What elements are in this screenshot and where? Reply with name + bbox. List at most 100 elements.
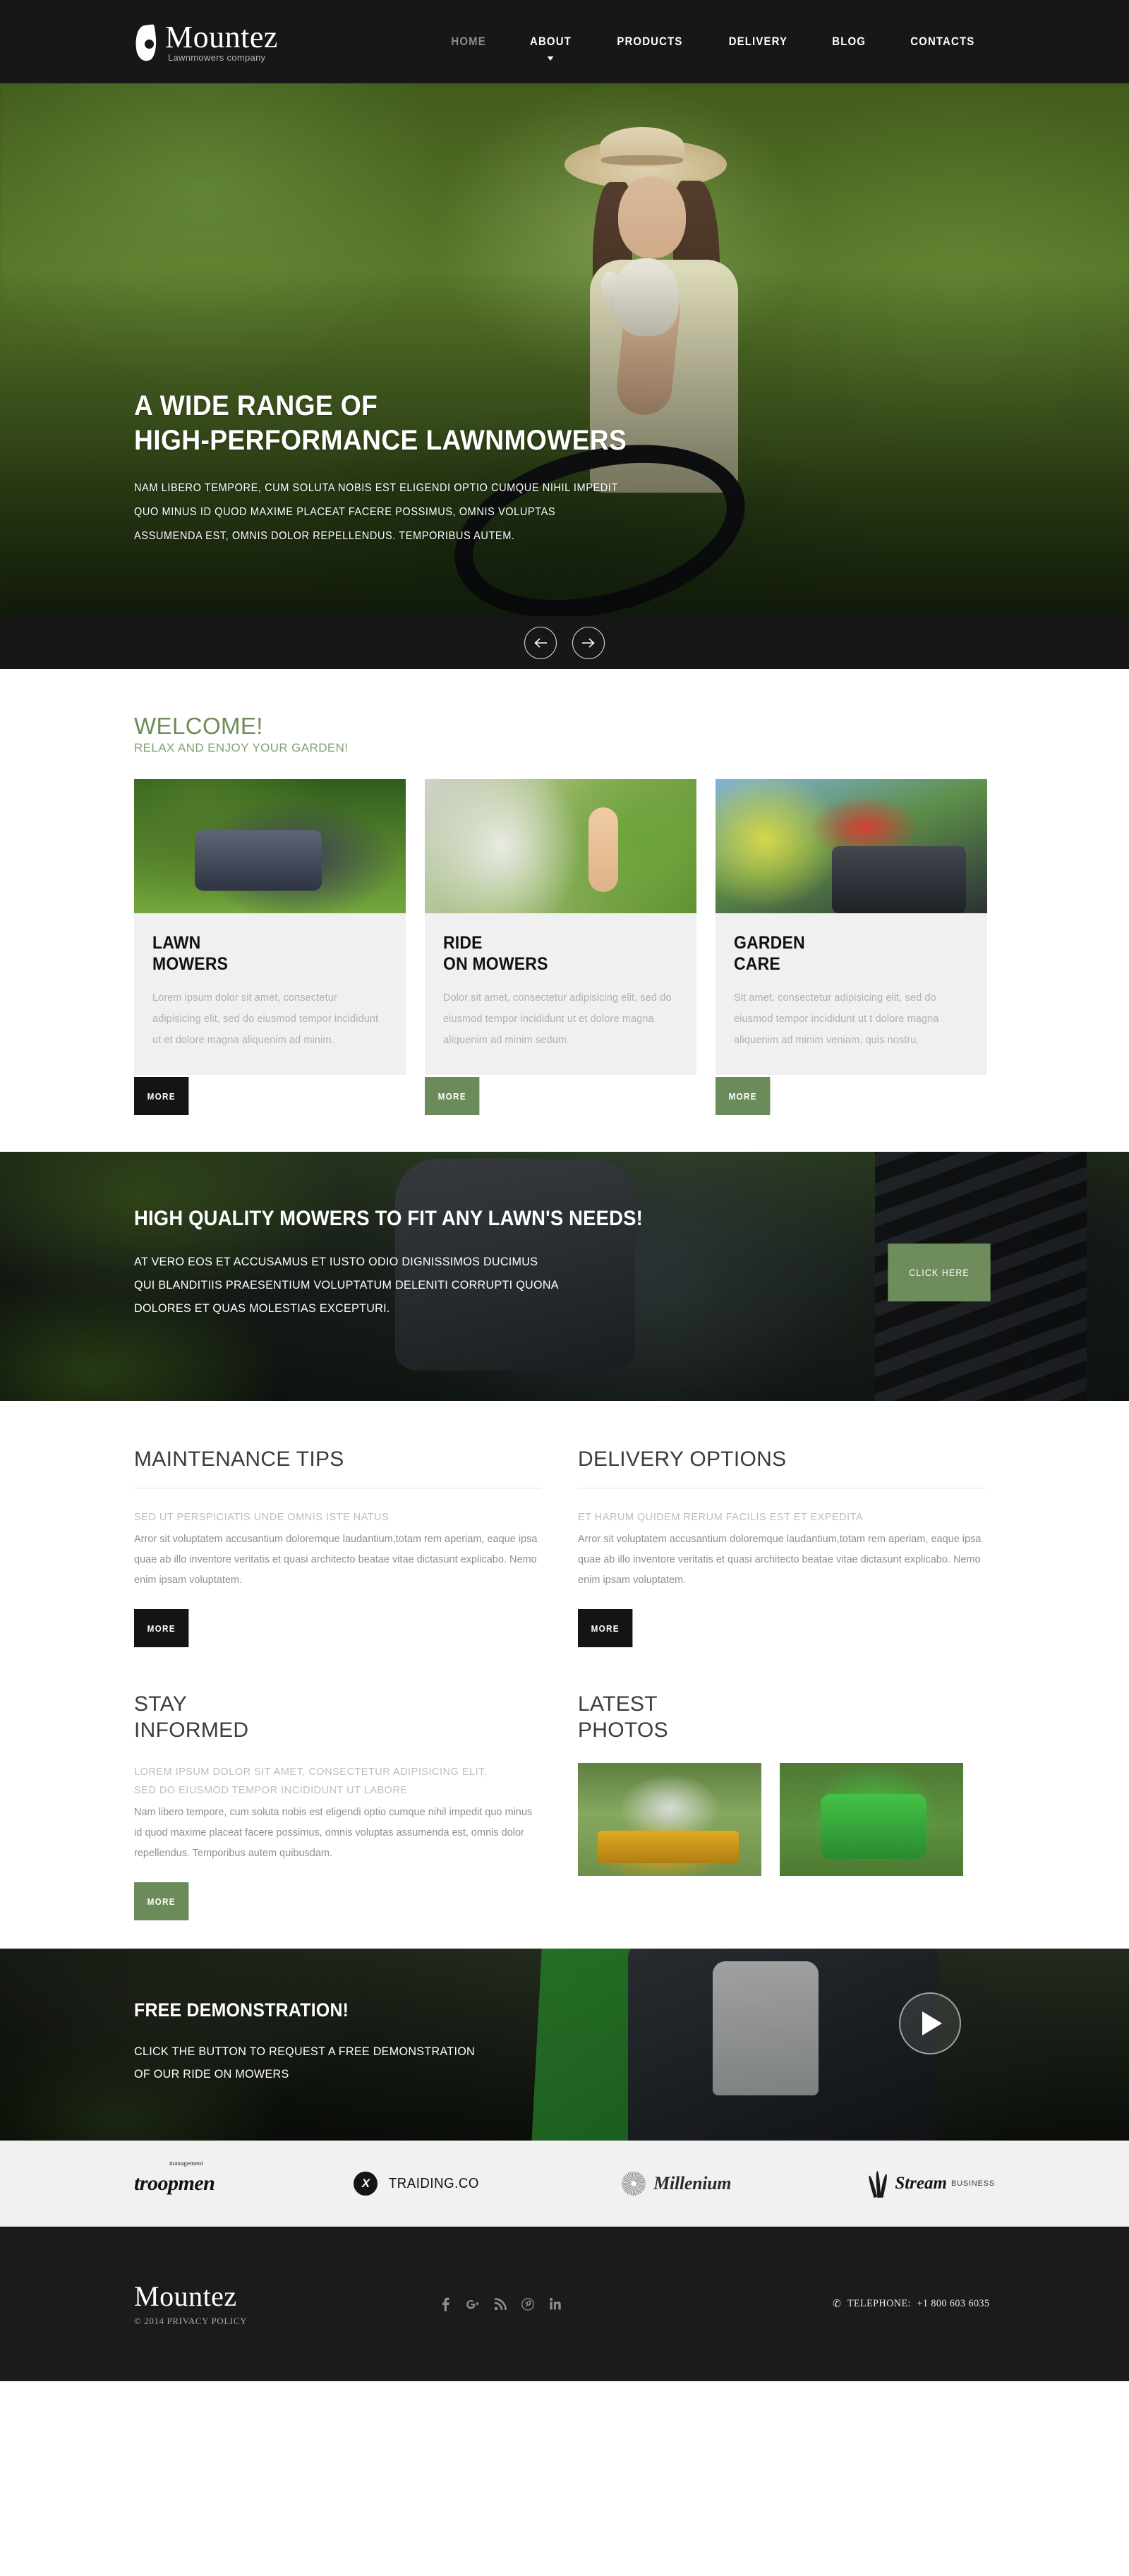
x-mark-icon: X (354, 2172, 378, 2196)
partner-traiding-co-name: TRAIDING.CO (389, 2175, 480, 2191)
partner-troopmen-sup: management (169, 2160, 203, 2167)
delivery-options-text: Arror sit voluptatem accusantium dolorem… (578, 1534, 982, 1586)
nav-item-about[interactable]: ABOUT (513, 35, 588, 61)
banner-text-line1: AT VERO EOS ET ACCUSAMUS ET IUSTO ODIO D… (134, 1255, 538, 1268)
welcome-subtitle: RELAX AND ENJOY YOUR GARDEN! (134, 741, 349, 754)
hero-slider: A WIDE RANGE OF HIGH-PERFORMANCE LAWNMOW… (0, 83, 1129, 616)
demo-title: FREE DEMONSTRATION! (134, 1999, 349, 2021)
footer-phone[interactable]: ✆ TELEPHONE: +1 800 603 6035 (833, 2297, 989, 2311)
partner-troopmen[interactable]: management troopmen (134, 2160, 215, 2196)
welcome-title: WELCOME! (134, 713, 263, 739)
maintenance-tips-text: Arror sit voluptatem accusantium dolorem… (134, 1534, 538, 1586)
card-text: Lorem ipsum dolor sit amet, consectetur … (152, 992, 379, 1046)
latest-photo-1[interactable] (578, 1763, 761, 1876)
site-header: Mountez Lawnmowers company HOME ABOUT PR… (0, 0, 1129, 83)
more-button[interactable]: MORE (578, 1609, 633, 1647)
linkedin-icon[interactable] (548, 2295, 563, 2313)
partner-millenium[interactable]: Millenium (622, 2172, 732, 2196)
logo-name: Mountez (165, 19, 278, 54)
partner-stream-suffix: BUSINESS (950, 2179, 995, 2188)
slider-prev-button[interactable] (524, 626, 557, 659)
latest-photo-2[interactable] (780, 1763, 963, 1876)
lawn-mowers-photo (134, 779, 406, 913)
nav-item-delivery[interactable]: DELIVERY (712, 35, 804, 49)
phone-icon: ✆ (833, 2299, 842, 2310)
hero-title-line2: HIGH-PERFORMANCE LAWNMOWERS (134, 425, 627, 456)
partner-traiding-co[interactable]: X TRAIDING.CO (354, 2172, 483, 2196)
maintenance-tips-title: MAINTENANCE TIPS (134, 1448, 344, 1471)
partners-strip: management troopmen X TRAIDING.CO Millen… (0, 2141, 1129, 2227)
chevron-down-icon (547, 56, 554, 61)
service-cards: LAWN MOWERS Lorem ipsum dolor sit amet, … (123, 779, 1006, 1115)
more-button[interactable]: MORE (425, 1077, 480, 1115)
site-logo[interactable]: Mountez Lawnmowers company (133, 19, 278, 63)
play-video-button[interactable] (899, 1992, 961, 2054)
google-plus-icon[interactable] (465, 2295, 481, 2313)
maintenance-tips-block: MAINTENANCE TIPS SED UT PERSPICIATIS UND… (134, 1446, 541, 1647)
delivery-options-block: DELIVERY OPTIONS ET HARUM QUIDEM RERUM F… (578, 1446, 985, 1647)
delivery-options-lead: ET HARUM QUIDEM RERUM FACILIS EST ET EXP… (578, 1512, 864, 1523)
ride-on-mowers-photo (425, 779, 696, 913)
nav-item-products[interactable]: PRODUCTS (600, 35, 699, 49)
main-navigation: HOME ABOUT PRODUCTS DELIVERY BLOG CONTAC… (430, 35, 998, 61)
slider-next-button[interactable] (572, 626, 605, 659)
free-demonstration-section: FREE DEMONSTRATION! CLICK THE BUTTON TO … (0, 1949, 1129, 2141)
service-card: RIDE ON MOWERS Dolor sit amet, consectet… (425, 779, 696, 1115)
more-button[interactable]: MORE (134, 1609, 189, 1647)
latest-photos-block: LATEST PHOTOS (578, 1691, 985, 1920)
partner-stream-business[interactable]: Stream BUSINESS (867, 2169, 995, 2198)
facebook-icon[interactable] (437, 2295, 453, 2313)
nav-item-home[interactable]: HOME (435, 35, 503, 49)
welcome-section: WELCOME! RELAX AND ENJOY YOUR GARDEN! LA… (0, 669, 1129, 1152)
footer-phone-label: TELEPHONE: (847, 2298, 912, 2309)
card-title: GARDEN CARE (734, 933, 805, 974)
card-text: Dolor sit amet, consectetur adipisicing … (443, 992, 672, 1046)
rss-icon[interactable] (493, 2295, 508, 2313)
arrow-right-icon (582, 637, 595, 648)
card-title: LAWN MOWERS (152, 933, 229, 974)
stay-informed-title: STAY INFORMED (134, 1692, 249, 1742)
hero-text-line3: ASSUMENDA EST, OMNIS DOLOR REPELLENDUS. … (134, 530, 515, 542)
banner-text-line3: DOLORES ET QUAS MOLESTIAS EXCEPTURI. (134, 1301, 390, 1315)
nav-item-blog[interactable]: BLOG (816, 35, 883, 49)
hero-title-line1: A WIDE RANGE OF (134, 390, 378, 421)
banner-text-line2: QUI BLANDITIIS PRAESENTIUM VOLUPTATUM DE… (134, 1278, 559, 1292)
click-here-button[interactable]: CLICK HERE (888, 1244, 991, 1301)
stay-informed-block: STAY INFORMED LOREM IPSUM DOLOR SIT AMET… (134, 1691, 541, 1920)
footer-copyright[interactable]: © 2014 PRIVACY POLICY (134, 2316, 437, 2327)
page-root: Mountez Lawnmowers company HOME ABOUT PR… (0, 0, 1129, 2381)
maintenance-tips-lead: SED UT PERSPICIATIS UNDE OMNIS ISTE NATU… (134, 1512, 390, 1523)
partner-troopmen-name: troopmen (134, 2172, 215, 2195)
service-card: LAWN MOWERS Lorem ipsum dolor sit amet, … (134, 779, 406, 1115)
nav-item-about-label: ABOUT (529, 35, 572, 48)
partner-stream-name: Stream (895, 2174, 947, 2193)
hero-caption: A WIDE RANGE OF HIGH-PERFORMANCE LAWNMOW… (123, 389, 759, 548)
nav-item-contacts[interactable]: CONTACTS (894, 35, 992, 49)
stay-informed-lead: LOREM IPSUM DOLOR SIT AMET, CONSECTETUR … (134, 1767, 488, 1796)
hero-text-line2: QUO MINUS ID QUOD MAXIME PLACEAT FACERE … (134, 506, 556, 518)
footer-phone-number: +1 800 603 6035 (917, 2298, 990, 2309)
grass-blades-icon (867, 2169, 888, 2198)
more-button[interactable]: MORE (134, 1077, 189, 1115)
partner-millenium-name: Millenium (653, 2173, 732, 2193)
demo-text-line1: CLICK THE BUTTON TO REQUEST A FREE DEMON… (134, 2045, 476, 2058)
card-title: RIDE ON MOWERS (443, 933, 548, 974)
logo-tagline: Lawnmowers company (168, 52, 266, 63)
stay-informed-text: Nam libero tempore, cum soluta nobis est… (134, 1807, 533, 1859)
hero-text-line1: NAM LIBERO TEMPORE, CUM SOLUTA NOBIS EST… (134, 482, 618, 494)
info-section: MAINTENANCE TIPS SED UT PERSPICIATIS UND… (0, 1401, 1129, 1949)
demo-text-line2: OF OUR RIDE ON MOWERS (134, 2067, 289, 2081)
delivery-options-title: DELIVERY OPTIONS (578, 1448, 787, 1471)
more-button[interactable]: MORE (134, 1882, 189, 1920)
promo-banner: HIGH QUALITY MOWERS TO FIT ANY LAWN'S NE… (0, 1152, 1129, 1401)
site-footer: Mountez © 2014 PRIVACY POLICY ✆ TELEPHON… (0, 2227, 1129, 2381)
leaf-logo-icon (133, 23, 159, 62)
sunburst-icon (622, 2172, 646, 2196)
more-button[interactable]: MORE (716, 1077, 771, 1115)
pinterest-icon[interactable] (520, 2295, 536, 2313)
play-icon (922, 2011, 942, 2035)
garden-care-photo (716, 779, 987, 913)
arrow-left-icon (534, 637, 547, 648)
footer-logo[interactable]: Mountez (134, 2281, 437, 2312)
latest-photos-title: LATEST PHOTOS (578, 1692, 668, 1742)
